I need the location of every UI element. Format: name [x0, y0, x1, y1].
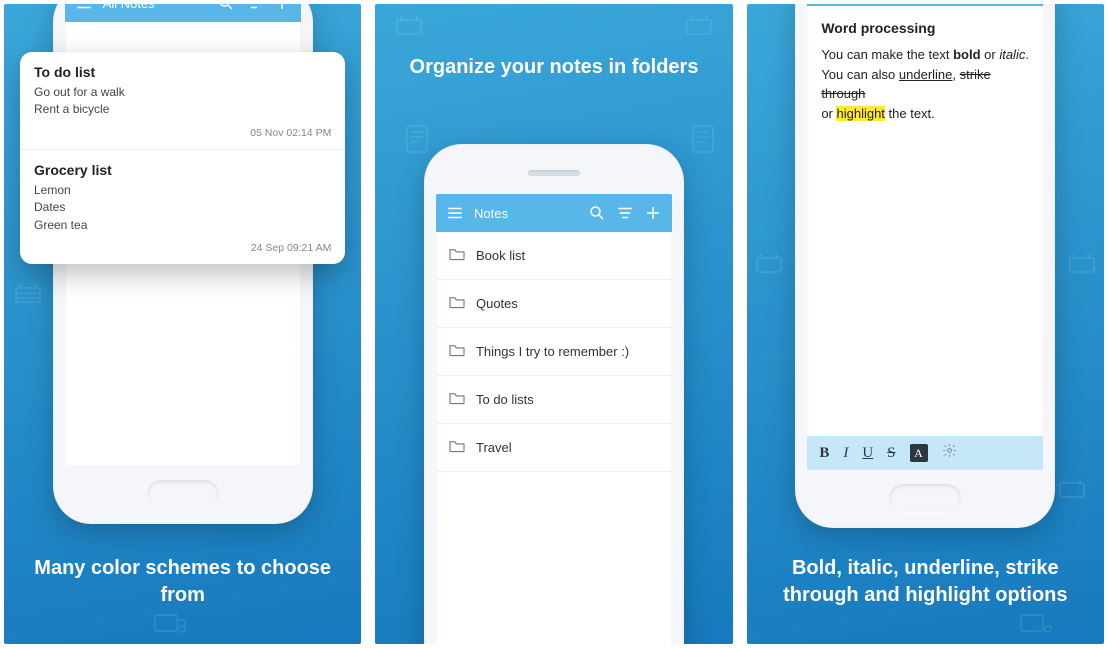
note-timestamp: 24 Sep 09:21 AM [34, 242, 331, 254]
menu-icon[interactable] [75, 4, 93, 12]
phone-mockup: W Word processing You can make the text … [795, 4, 1055, 528]
panel-caption: Bold, italic, underline, strike through … [747, 555, 1104, 609]
note-title: Grocery list [34, 162, 331, 178]
note-item[interactable]: To do list Go out for a walk Rent a bicy… [20, 52, 345, 150]
menu-icon[interactable] [446, 204, 464, 222]
strike-button[interactable]: S [887, 445, 895, 462]
note-timestamp: 05 Nov 02:14 PM [34, 127, 331, 139]
bold-button[interactable]: B [819, 445, 829, 462]
sort-icon[interactable] [616, 204, 634, 222]
folder-name: Book list [476, 248, 525, 263]
doc-body: You can make the text bold or italic. Yo… [821, 45, 1029, 123]
folder-name: Travel [476, 440, 512, 455]
doc-title: Word processing [821, 18, 1029, 39]
folder-row[interactable]: Book list [436, 232, 672, 280]
phone-screen: W Word processing You can make the text … [807, 4, 1043, 470]
folder-name: Things I try to remember :) [476, 344, 629, 359]
note-body: Lemon Dates Green tea [34, 182, 331, 234]
note-item[interactable]: Grocery list Lemon Dates Green tea 24 Se… [20, 150, 345, 264]
toolbar-title: Notes [474, 206, 578, 221]
toolbar-title: All Notes [103, 4, 207, 11]
highlight-button[interactable]: A [910, 444, 928, 462]
sort-icon[interactable] [245, 4, 263, 12]
folder-icon [448, 247, 466, 264]
panel-caption: Organize your notes in folders [375, 54, 732, 81]
app-toolbar: All Notes [65, 4, 301, 22]
add-icon[interactable] [644, 204, 662, 222]
folder-icon [448, 343, 466, 360]
folder-row[interactable]: Quotes [436, 280, 672, 328]
folder-icon [448, 439, 466, 456]
promo-panel-2: Organize your notes in folders Notes [375, 4, 732, 644]
notes-card: To do list Go out for a walk Rent a bicy… [20, 52, 345, 264]
folder-name: Quotes [476, 296, 518, 311]
format-toolbar: B I U S A [807, 436, 1043, 470]
panel-caption: Many color schemes to choose from [4, 555, 361, 609]
promo-panel-3: W Word processing You can make the text … [747, 4, 1104, 644]
promo-panel-1: All Notes To do list Go out for a walk R… [4, 4, 361, 644]
folder-row[interactable]: Things I try to remember :) [436, 328, 672, 376]
search-icon[interactable] [217, 4, 235, 12]
underline-button[interactable]: U [862, 445, 873, 462]
phone-speaker [528, 170, 580, 176]
folder-list: Book list Quotes Things I try to remembe… [436, 232, 672, 472]
italic-button[interactable]: I [843, 445, 848, 462]
folder-icon [448, 295, 466, 312]
folder-name: To do lists [476, 392, 534, 407]
note-document[interactable]: Word processing You can make the text bo… [807, 6, 1043, 436]
note-body: Go out for a walk Rent a bicycle [34, 84, 331, 119]
folder-icon [448, 391, 466, 408]
app-toolbar: Notes [436, 194, 672, 232]
note-title: To do list [34, 64, 331, 80]
home-button[interactable] [147, 480, 219, 508]
phone-mockup: Notes Book list Quotes [424, 144, 684, 644]
phone-screen: Notes Book list Quotes [436, 194, 672, 644]
folder-row[interactable]: To do lists [436, 376, 672, 424]
home-button[interactable] [889, 484, 961, 512]
search-icon[interactable] [588, 204, 606, 222]
gear-icon[interactable] [942, 443, 957, 463]
folder-row[interactable]: Travel [436, 424, 672, 472]
add-icon[interactable] [273, 4, 291, 12]
